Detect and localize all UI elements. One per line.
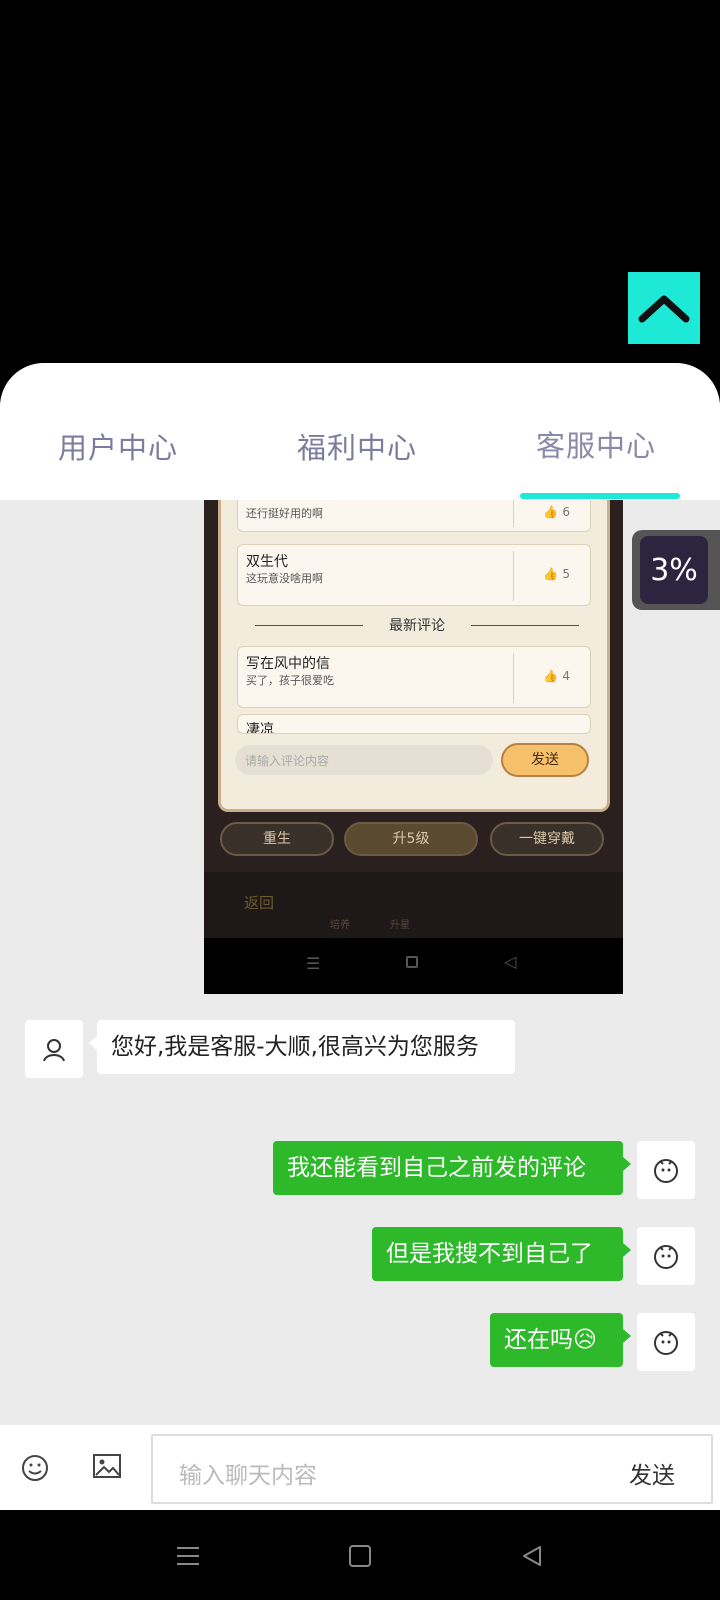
image-icon[interactable] xyxy=(92,1453,122,1483)
system-nav-bar xyxy=(0,1510,720,1600)
comment-panel: 还行挺好用的啊 👍 6 双生代 这玩意没啥用啊 👍 5 最新评论 写在风中的信 买了… xyxy=(218,500,610,812)
comment-send-button: 发送 xyxy=(501,743,589,777)
menu-icon: ☰ xyxy=(306,954,321,973)
back-label: 返回 xyxy=(244,894,275,912)
chevron-up-icon xyxy=(638,295,690,323)
thumb-up-icon: 👍 xyxy=(543,669,559,683)
equip-all-button: 一键穿戴 xyxy=(490,822,604,856)
thumb-up-icon: 👍 xyxy=(543,567,559,581)
chat-input-field[interactable]: 输入聊天内容 发送 xyxy=(151,1434,713,1504)
comment-author: 凄凉 xyxy=(246,722,274,734)
progress-percent: 3% xyxy=(650,552,698,588)
upgrade-button: 升5级 xyxy=(344,822,478,856)
chat-input-bar: 输入聊天内容 发送 xyxy=(0,1425,720,1510)
tab-user-center[interactable]: 用户中心 xyxy=(58,425,178,467)
comment-text: 还行挺好用的啊 xyxy=(246,507,323,520)
star-up-label: 升星 xyxy=(390,920,410,931)
chat-message-user: 但是我搜不到自己了 xyxy=(372,1227,631,1281)
tab-active-indicator xyxy=(520,493,680,499)
collapse-button[interactable] xyxy=(628,272,700,344)
floating-avatar: 3% xyxy=(640,536,708,604)
like-count: 👍 5 xyxy=(543,567,570,581)
chat-message-agent: 您好,我是客服-大顺,很高兴为您服务 xyxy=(89,1020,515,1074)
agent-avatar xyxy=(25,1020,83,1078)
home-icon xyxy=(406,956,418,968)
rebirth-button: 重生 xyxy=(220,822,334,856)
user-avatar xyxy=(637,1141,695,1199)
chat-message-user: 我还能看到自己之前发的评论 xyxy=(273,1141,631,1195)
like-count: 👍 4 xyxy=(543,669,570,683)
comment-item: 凄凉 xyxy=(237,714,591,734)
emoji-icon[interactable] xyxy=(20,1453,50,1487)
back-icon: ◁ xyxy=(504,952,517,971)
chat-input-placeholder: 输入聊天内容 xyxy=(179,1463,317,1489)
cultivate-label: 培养 xyxy=(330,920,350,931)
comment-text: 买了，孩子很爱吃 xyxy=(246,674,334,687)
home-icon[interactable] xyxy=(340,1536,380,1576)
face-icon xyxy=(654,1245,678,1269)
chat-image-screenshot[interactable]: 还行挺好用的啊 👍 6 双生代 这玩意没啥用啊 👍 5 最新评论 写在风中的信 买了… xyxy=(204,500,623,994)
tab-welfare-center[interactable]: 福利中心 xyxy=(297,425,417,467)
menu-icon[interactable] xyxy=(168,1536,208,1576)
bottom-sheet: 用户中心 福利中心 客服中心 还行挺好用的啊 👍 6 双生代 这玩意没啥用啊 👍 5… xyxy=(0,363,720,1510)
back-icon[interactable] xyxy=(512,1536,552,1576)
face-icon xyxy=(654,1331,678,1355)
tab-bar: 用户中心 福利中心 客服中心 xyxy=(0,363,720,500)
thumb-up-icon: 👍 xyxy=(543,505,559,519)
user-avatar xyxy=(637,1227,695,1285)
comment-author: 写在风中的信 xyxy=(246,656,330,672)
comment-item: 还行挺好用的啊 👍 6 xyxy=(237,500,591,532)
comment-item: 写在风中的信 买了，孩子很爱吃 👍 4 xyxy=(237,646,591,708)
agent-icon xyxy=(43,1039,65,1062)
screenshot-nav-bar: ☰ ◁ xyxy=(204,938,623,994)
game-bottom-bar: 返回 培养 升星 xyxy=(204,872,623,938)
floating-progress-widget[interactable]: 3% xyxy=(632,530,720,610)
face-icon xyxy=(654,1159,678,1183)
comment-item: 双生代 这玩意没啥用啊 👍 5 xyxy=(237,544,591,606)
comment-text: 这玩意没啥用啊 xyxy=(246,572,323,585)
comment-author: 双生代 xyxy=(246,554,288,570)
comment-input: 请输入评论内容 xyxy=(235,745,493,775)
user-avatar xyxy=(637,1313,695,1371)
chat-message-user: 还在吗😥 xyxy=(490,1313,631,1367)
send-button[interactable]: 发送 xyxy=(629,1456,675,1490)
tab-service-center[interactable]: 客服中心 xyxy=(536,423,656,465)
like-count: 👍 6 xyxy=(543,505,570,519)
